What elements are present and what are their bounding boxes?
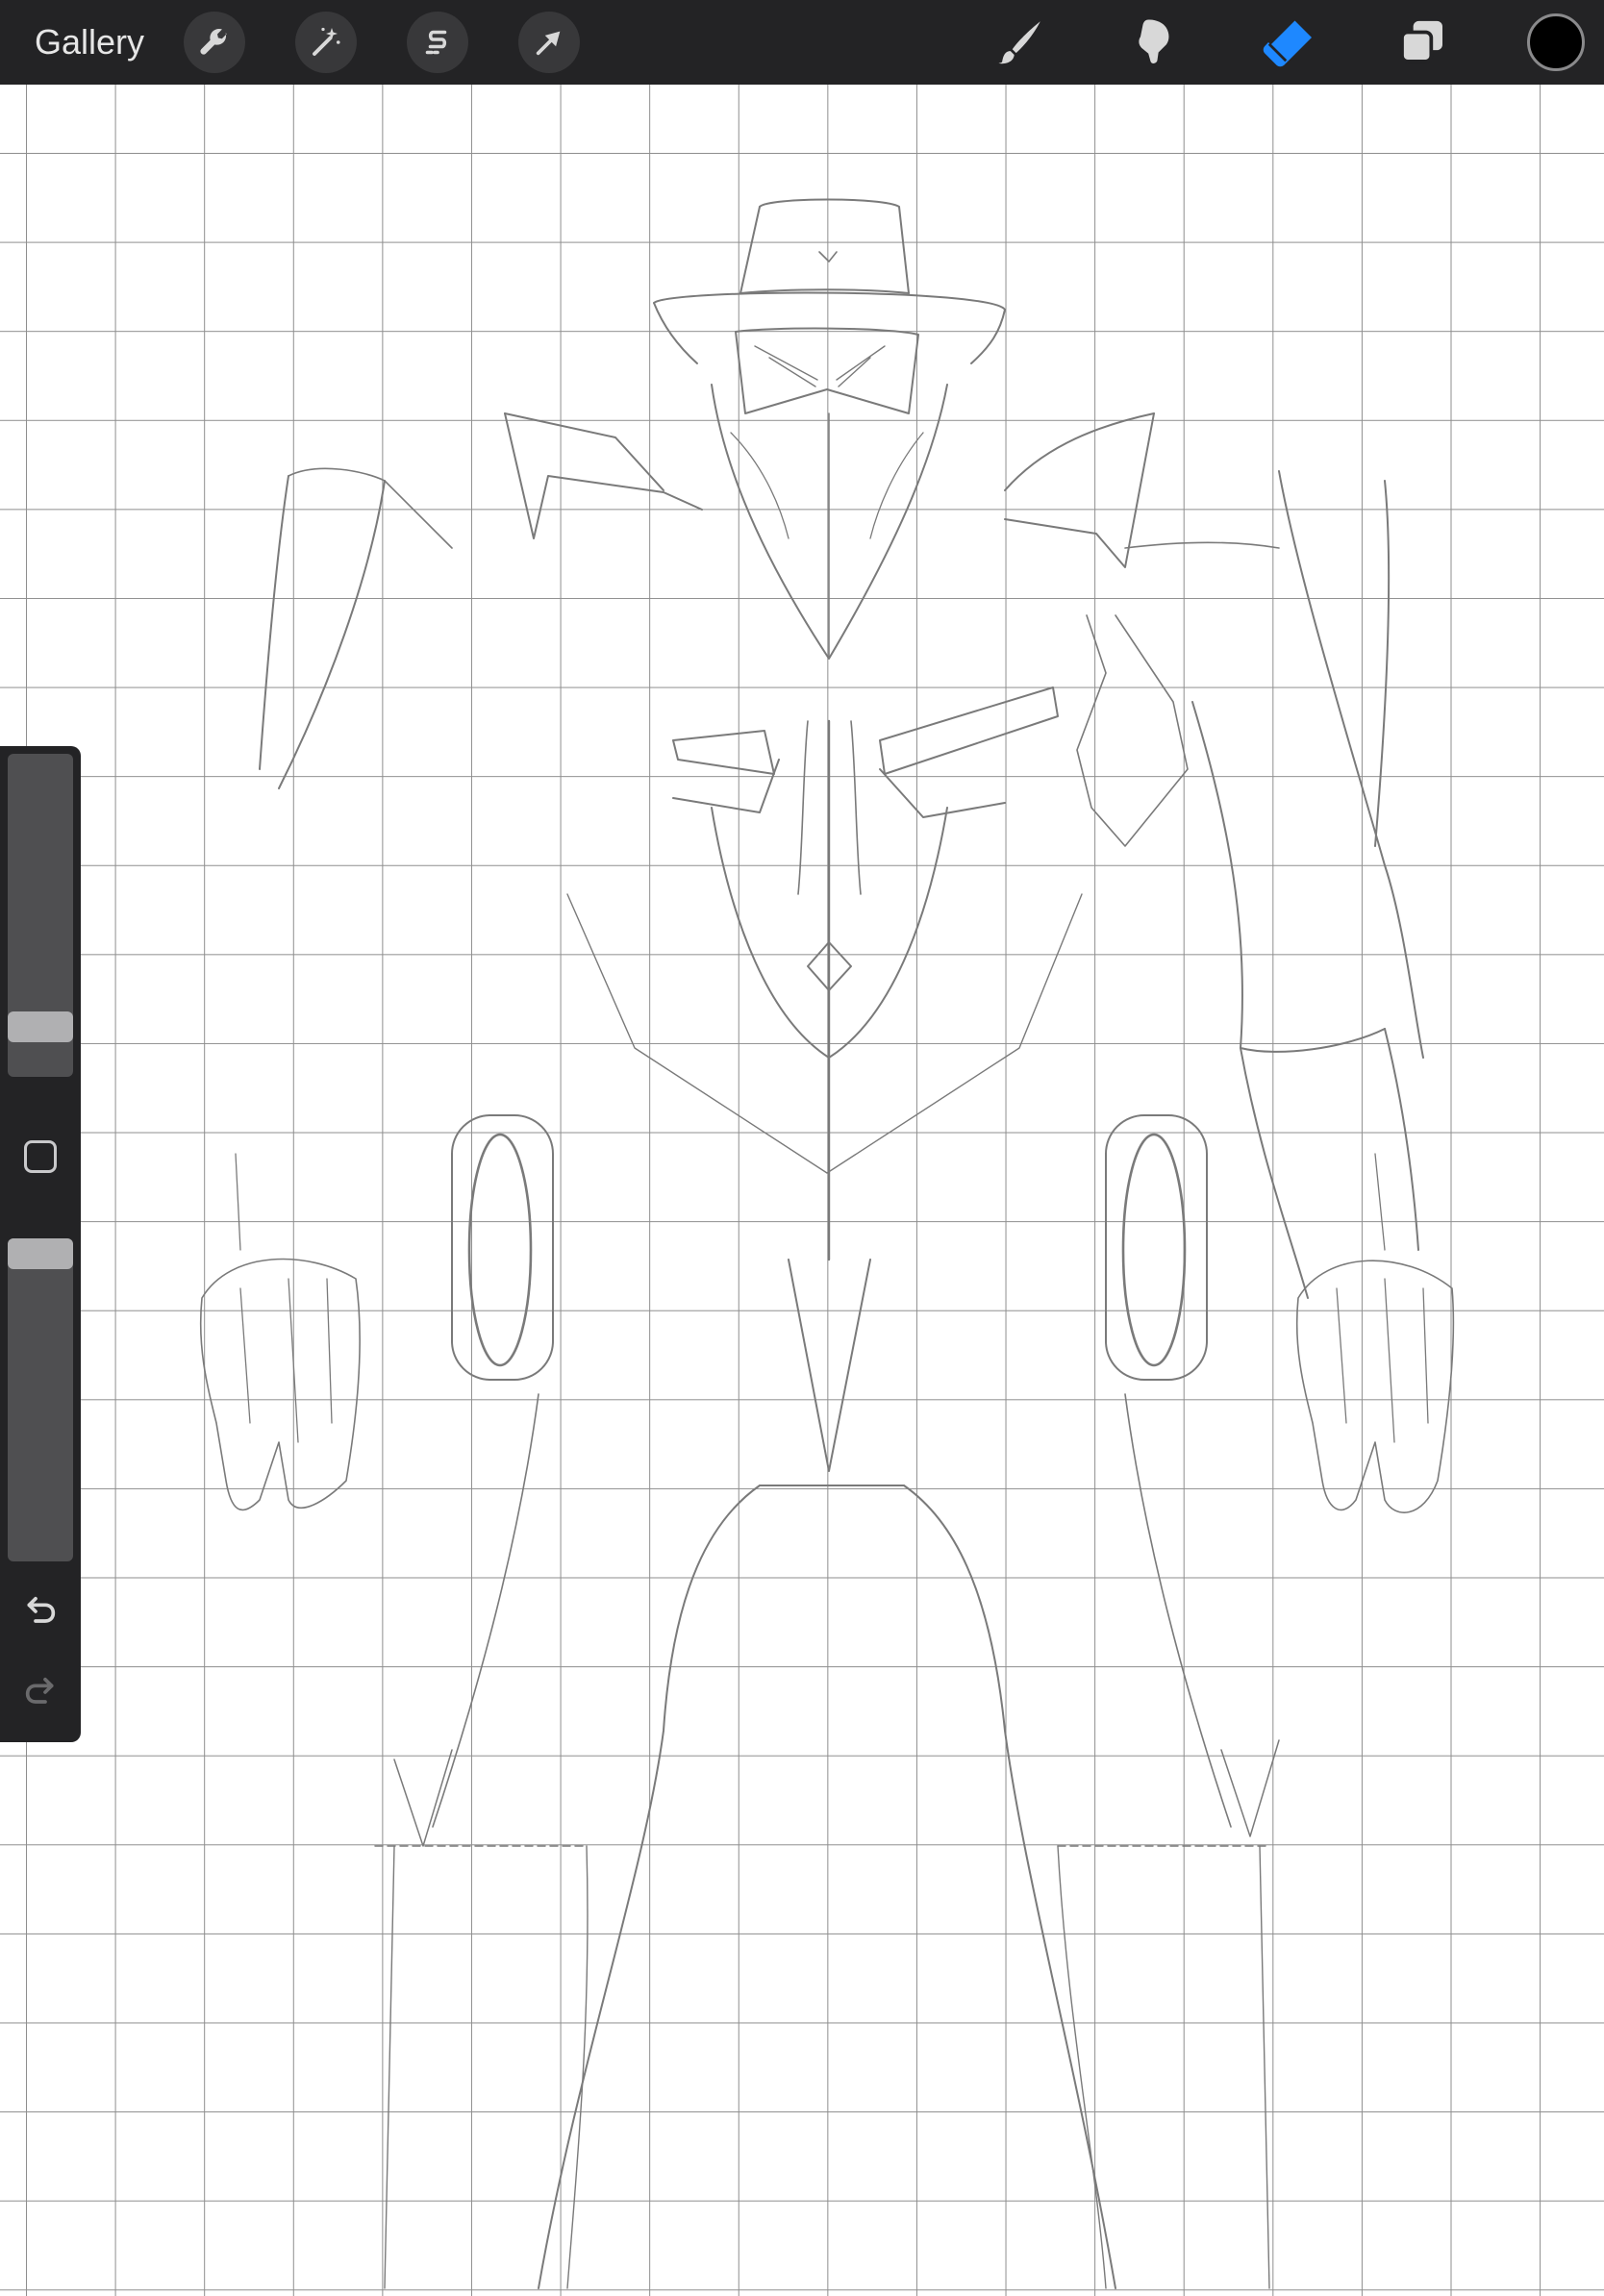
drawing-canvas[interactable] xyxy=(0,85,1604,2296)
actions-button[interactable] xyxy=(184,12,245,73)
undo-button[interactable] xyxy=(12,1586,69,1636)
magic-wand-icon xyxy=(313,27,340,56)
modify-square-button[interactable] xyxy=(24,1140,57,1173)
selection-s-icon xyxy=(425,30,447,55)
selection-button[interactable] xyxy=(407,12,468,73)
layers-icon xyxy=(1400,20,1442,63)
brush-size-slider[interactable] xyxy=(8,754,73,1077)
smudge-tool-button[interactable] xyxy=(1121,10,1187,75)
left-sidebar xyxy=(0,746,81,1742)
redo-button[interactable] xyxy=(12,1667,69,1717)
undo-arrow-icon xyxy=(27,1596,56,1623)
opacity-thumb[interactable] xyxy=(8,1238,73,1269)
adjustments-button[interactable] xyxy=(295,12,357,73)
arrow-cursor-icon xyxy=(536,31,561,56)
brush-tool-button[interactable] xyxy=(987,10,1052,75)
smudge-finger-icon xyxy=(1139,19,1169,63)
opacity-slider[interactable] xyxy=(8,1238,73,1561)
brush-icon xyxy=(998,21,1040,64)
gallery-button[interactable]: Gallery xyxy=(35,0,144,85)
color-swatch-button[interactable] xyxy=(1527,13,1585,71)
wrench-icon xyxy=(200,28,227,55)
brush-size-thumb[interactable] xyxy=(8,1011,73,1042)
layers-tool-button[interactable] xyxy=(1390,10,1455,75)
eraser-tool-button[interactable] xyxy=(1255,10,1320,75)
pencil-sketch-figure xyxy=(199,198,1455,2289)
transform-button[interactable] xyxy=(518,12,580,73)
redo-arrow-icon xyxy=(25,1677,54,1704)
eraser-icon xyxy=(1263,20,1312,67)
top-toolbar: Gallery xyxy=(0,0,1604,85)
